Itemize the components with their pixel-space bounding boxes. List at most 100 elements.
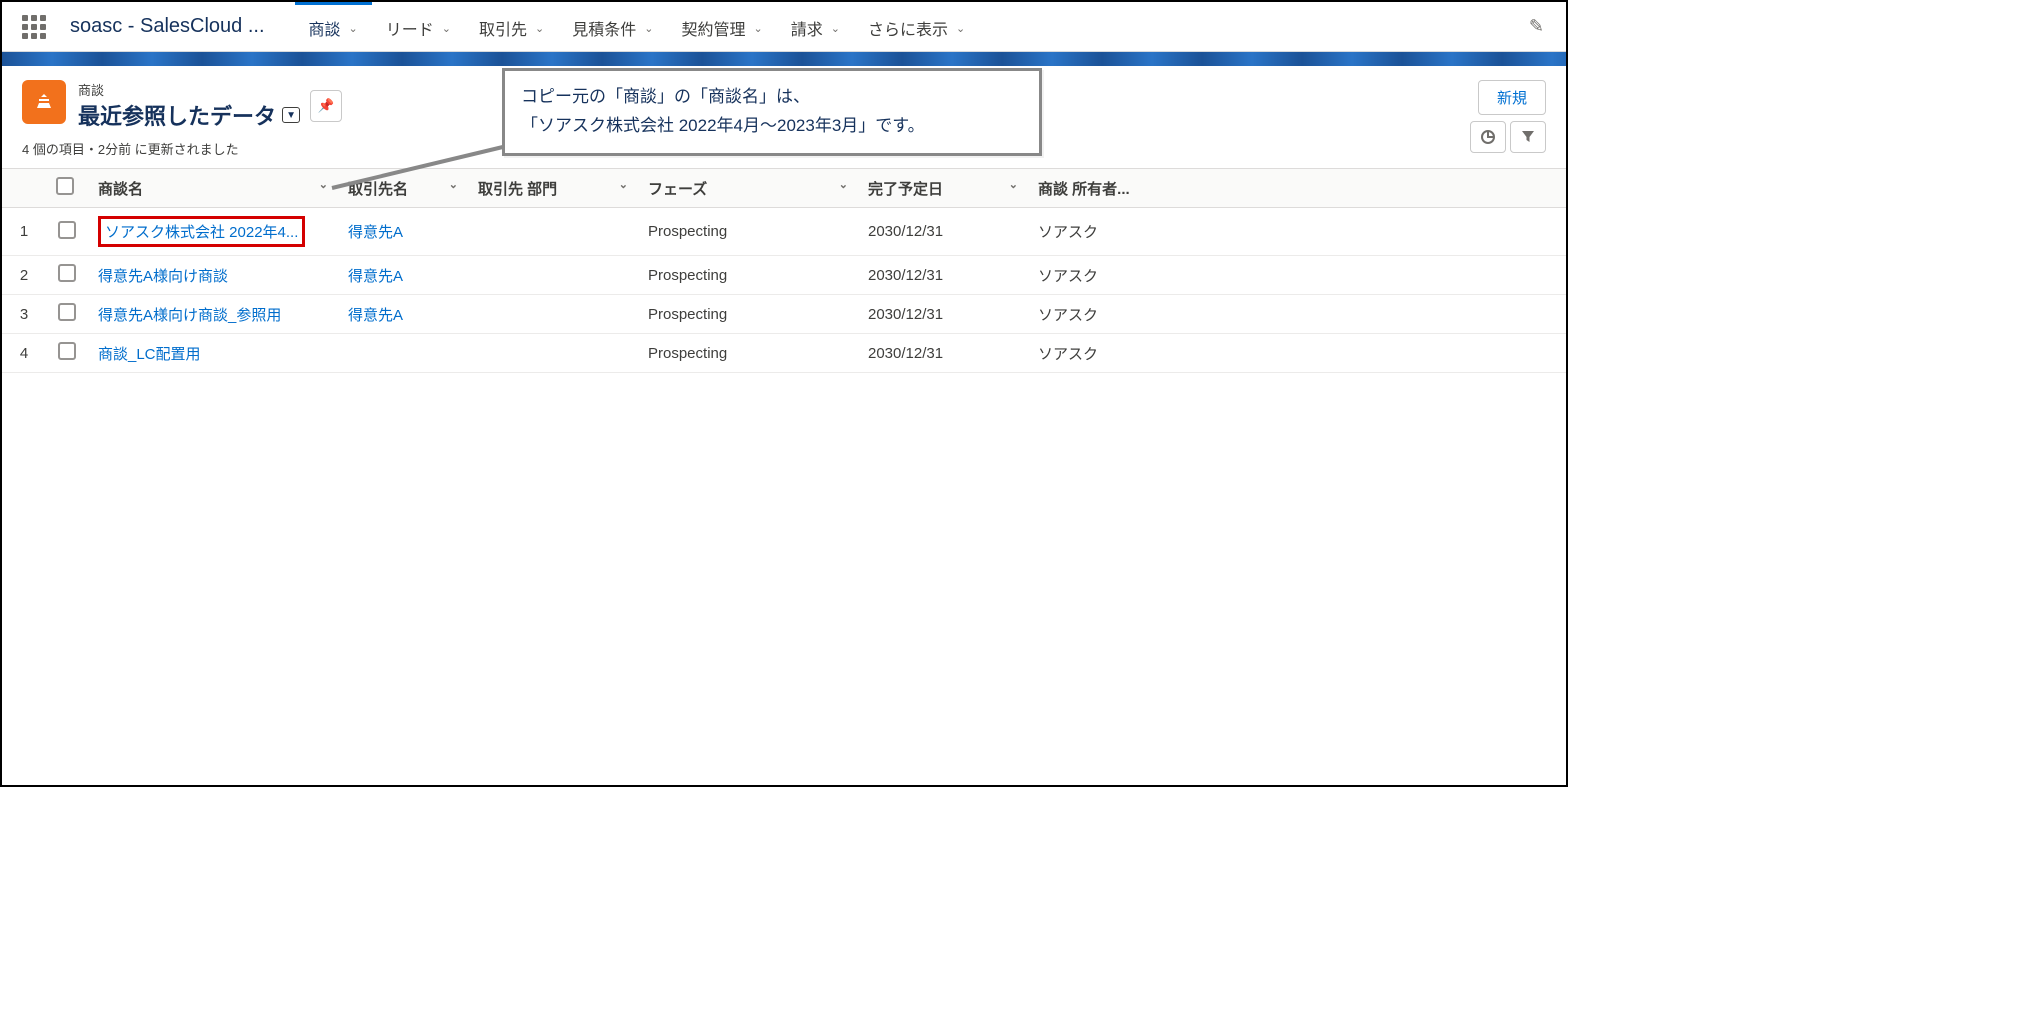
list-view-name: 最近参照したデータ	[78, 99, 276, 131]
chevron-down-icon: ⌄	[449, 178, 458, 191]
cell-account: 得意先A	[338, 295, 468, 334]
cell-close-date: 2030/12/31	[858, 295, 1028, 334]
nav-tab-label: さらに表示	[868, 16, 948, 40]
col-phase[interactable]: フェーズ⌄	[638, 169, 858, 208]
opportunity-link[interactable]: ソアスク株式会社 2022年4...	[98, 216, 305, 247]
account-link[interactable]: 得意先A	[348, 224, 403, 241]
table-row: 3 得意先A様向け商談_参照用 得意先A Prospecting2030/12/31ソ…	[2, 295, 1566, 334]
chevron-down-icon: ⌄	[839, 178, 848, 191]
callout-line1: コピー元の「商談」の「商談名」は、	[521, 83, 1023, 112]
caret-down-icon: ▼	[282, 107, 300, 123]
edit-nav-icon[interactable]: ✎	[1515, 16, 1558, 37]
chevron-down-icon: ⌄	[1009, 178, 1018, 191]
account-link[interactable]: 得意先A	[348, 307, 403, 324]
row-checkbox[interactable]	[58, 303, 76, 321]
nav-tab-1[interactable]: リード ⌄	[372, 2, 465, 52]
cell-account	[338, 334, 468, 373]
cell-phase: Prospecting	[638, 208, 858, 256]
col-rownum	[2, 169, 46, 208]
nav-tab-label: 契約管理	[681, 16, 745, 40]
chevron-down-icon: ⌄	[619, 178, 628, 191]
col-dept[interactable]: 取引先 部門⌄	[468, 169, 638, 208]
cell-phase: Prospecting	[638, 256, 858, 295]
nav-tab-6[interactable]: さらに表示 ⌄	[854, 2, 979, 52]
cell-owner: ソアスク	[1028, 208, 1566, 256]
nav-tab-2[interactable]: 取引先 ⌄	[465, 2, 558, 52]
chevron-down-icon: ⌄	[956, 22, 965, 35]
cell-name: 得意先A様向け商談	[88, 256, 338, 295]
list-view-switcher[interactable]: 最近参照したデータ ▼	[78, 99, 300, 131]
select-all-checkbox[interactable]	[56, 177, 74, 195]
row-number: 3	[2, 295, 46, 334]
cell-name: ソアスク株式会社 2022年4...	[88, 208, 338, 256]
nav-tab-label: 取引先	[479, 16, 527, 40]
cell-account: 得意先A	[338, 256, 468, 295]
callout-line2: 「ソアスク株式会社 2022年4月～2023年3月」です。	[521, 112, 1023, 141]
row-checkbox-cell	[46, 256, 88, 295]
object-label: 商談	[78, 80, 300, 99]
row-checkbox-cell	[46, 208, 88, 256]
cell-owner: ソアスク	[1028, 295, 1566, 334]
nav-tab-label: 商談	[309, 16, 341, 40]
opportunity-icon	[22, 80, 66, 124]
chart-icon[interactable]	[1470, 121, 1506, 153]
opportunity-link[interactable]: 商談_LC配置用	[98, 346, 201, 363]
row-checkbox-cell	[46, 334, 88, 373]
table-row: 1 ソアスク株式会社 2022年4... 得意先A Prospecting2030/1…	[2, 208, 1566, 256]
row-number: 1	[2, 208, 46, 256]
nav-tab-label: 請求	[791, 16, 823, 40]
cell-name: 得意先A様向け商談_参照用	[88, 295, 338, 334]
col-name[interactable]: 商談名⌄	[88, 169, 338, 208]
nav-tab-0[interactable]: 商談 ⌄	[295, 2, 372, 52]
table-row: 4 商談_LC配置用 Prospecting2030/12/31ソアスク	[2, 334, 1566, 373]
account-link[interactable]: 得意先A	[348, 268, 403, 285]
annotation-callout: コピー元の「商談」の「商談名」は、 「ソアスク株式会社 2022年4月～2023…	[502, 68, 1042, 156]
cell-dept	[468, 256, 638, 295]
cell-phase: Prospecting	[638, 295, 858, 334]
row-checkbox[interactable]	[58, 264, 76, 282]
cell-dept	[468, 208, 638, 256]
pin-list-button[interactable]: 📌	[310, 90, 342, 122]
chevron-down-icon: ⌄	[535, 22, 544, 35]
nav-tab-3[interactable]: 見積条件 ⌄	[558, 2, 667, 52]
col-owner[interactable]: 商談 所有者...	[1028, 169, 1566, 208]
opportunity-link[interactable]: 得意先A様向け商談_参照用	[98, 307, 281, 324]
chevron-down-icon: ⌄	[644, 22, 653, 35]
app-launcher-icon[interactable]	[22, 15, 46, 39]
cell-dept	[468, 295, 638, 334]
row-number: 2	[2, 256, 46, 295]
cell-close-date: 2030/12/31	[858, 334, 1028, 373]
new-button[interactable]: 新規	[1478, 80, 1546, 115]
nav-tab-label: リード	[386, 16, 434, 40]
cell-close-date: 2030/12/31	[858, 208, 1028, 256]
cell-phase: Prospecting	[638, 334, 858, 373]
app-name: soasc - SalesCloud ...	[70, 15, 265, 38]
header-actions: 新規	[1470, 80, 1546, 153]
chevron-down-icon: ⌄	[442, 22, 451, 35]
cell-name: 商談_LC配置用	[88, 334, 338, 373]
chevron-down-icon: ⌄	[831, 22, 840, 35]
row-checkbox-cell	[46, 295, 88, 334]
col-close-date[interactable]: 完了予定日⌄	[858, 169, 1028, 208]
row-checkbox[interactable]	[58, 221, 76, 239]
cell-account: 得意先A	[338, 208, 468, 256]
opportunity-table: 商談名⌄ 取引先名⌄ 取引先 部門⌄ フェーズ⌄ 完了予定日⌄ 商談 所有者..…	[2, 168, 1566, 373]
cell-close-date: 2030/12/31	[858, 256, 1028, 295]
nav-tab-4[interactable]: 契約管理 ⌄	[667, 2, 776, 52]
col-account[interactable]: 取引先名⌄	[338, 169, 468, 208]
table-row: 2 得意先A様向け商談 得意先A Prospecting2030/12/31ソアスク	[2, 256, 1566, 295]
decorative-strip	[2, 52, 1566, 66]
nav-tab-label: 見積条件	[572, 16, 636, 40]
cell-owner: ソアスク	[1028, 256, 1566, 295]
filter-icon[interactable]	[1510, 121, 1546, 153]
cell-owner: ソアスク	[1028, 334, 1566, 373]
col-checkbox[interactable]	[46, 169, 88, 208]
chevron-down-icon: ⌄	[349, 22, 358, 35]
nav-tabs: 商談 ⌄ リード ⌄ 取引先 ⌄ 見積条件 ⌄ 契約管理 ⌄ 請求 ⌄ さらに表示 ⌄	[295, 2, 1515, 52]
nav-tab-5[interactable]: 請求 ⌄	[777, 2, 854, 52]
chevron-down-icon: ⌄	[753, 22, 762, 35]
chevron-down-icon: ⌄	[319, 178, 328, 191]
row-checkbox[interactable]	[58, 342, 76, 360]
row-number: 4	[2, 334, 46, 373]
opportunity-link[interactable]: 得意先A様向け商談	[98, 268, 228, 285]
